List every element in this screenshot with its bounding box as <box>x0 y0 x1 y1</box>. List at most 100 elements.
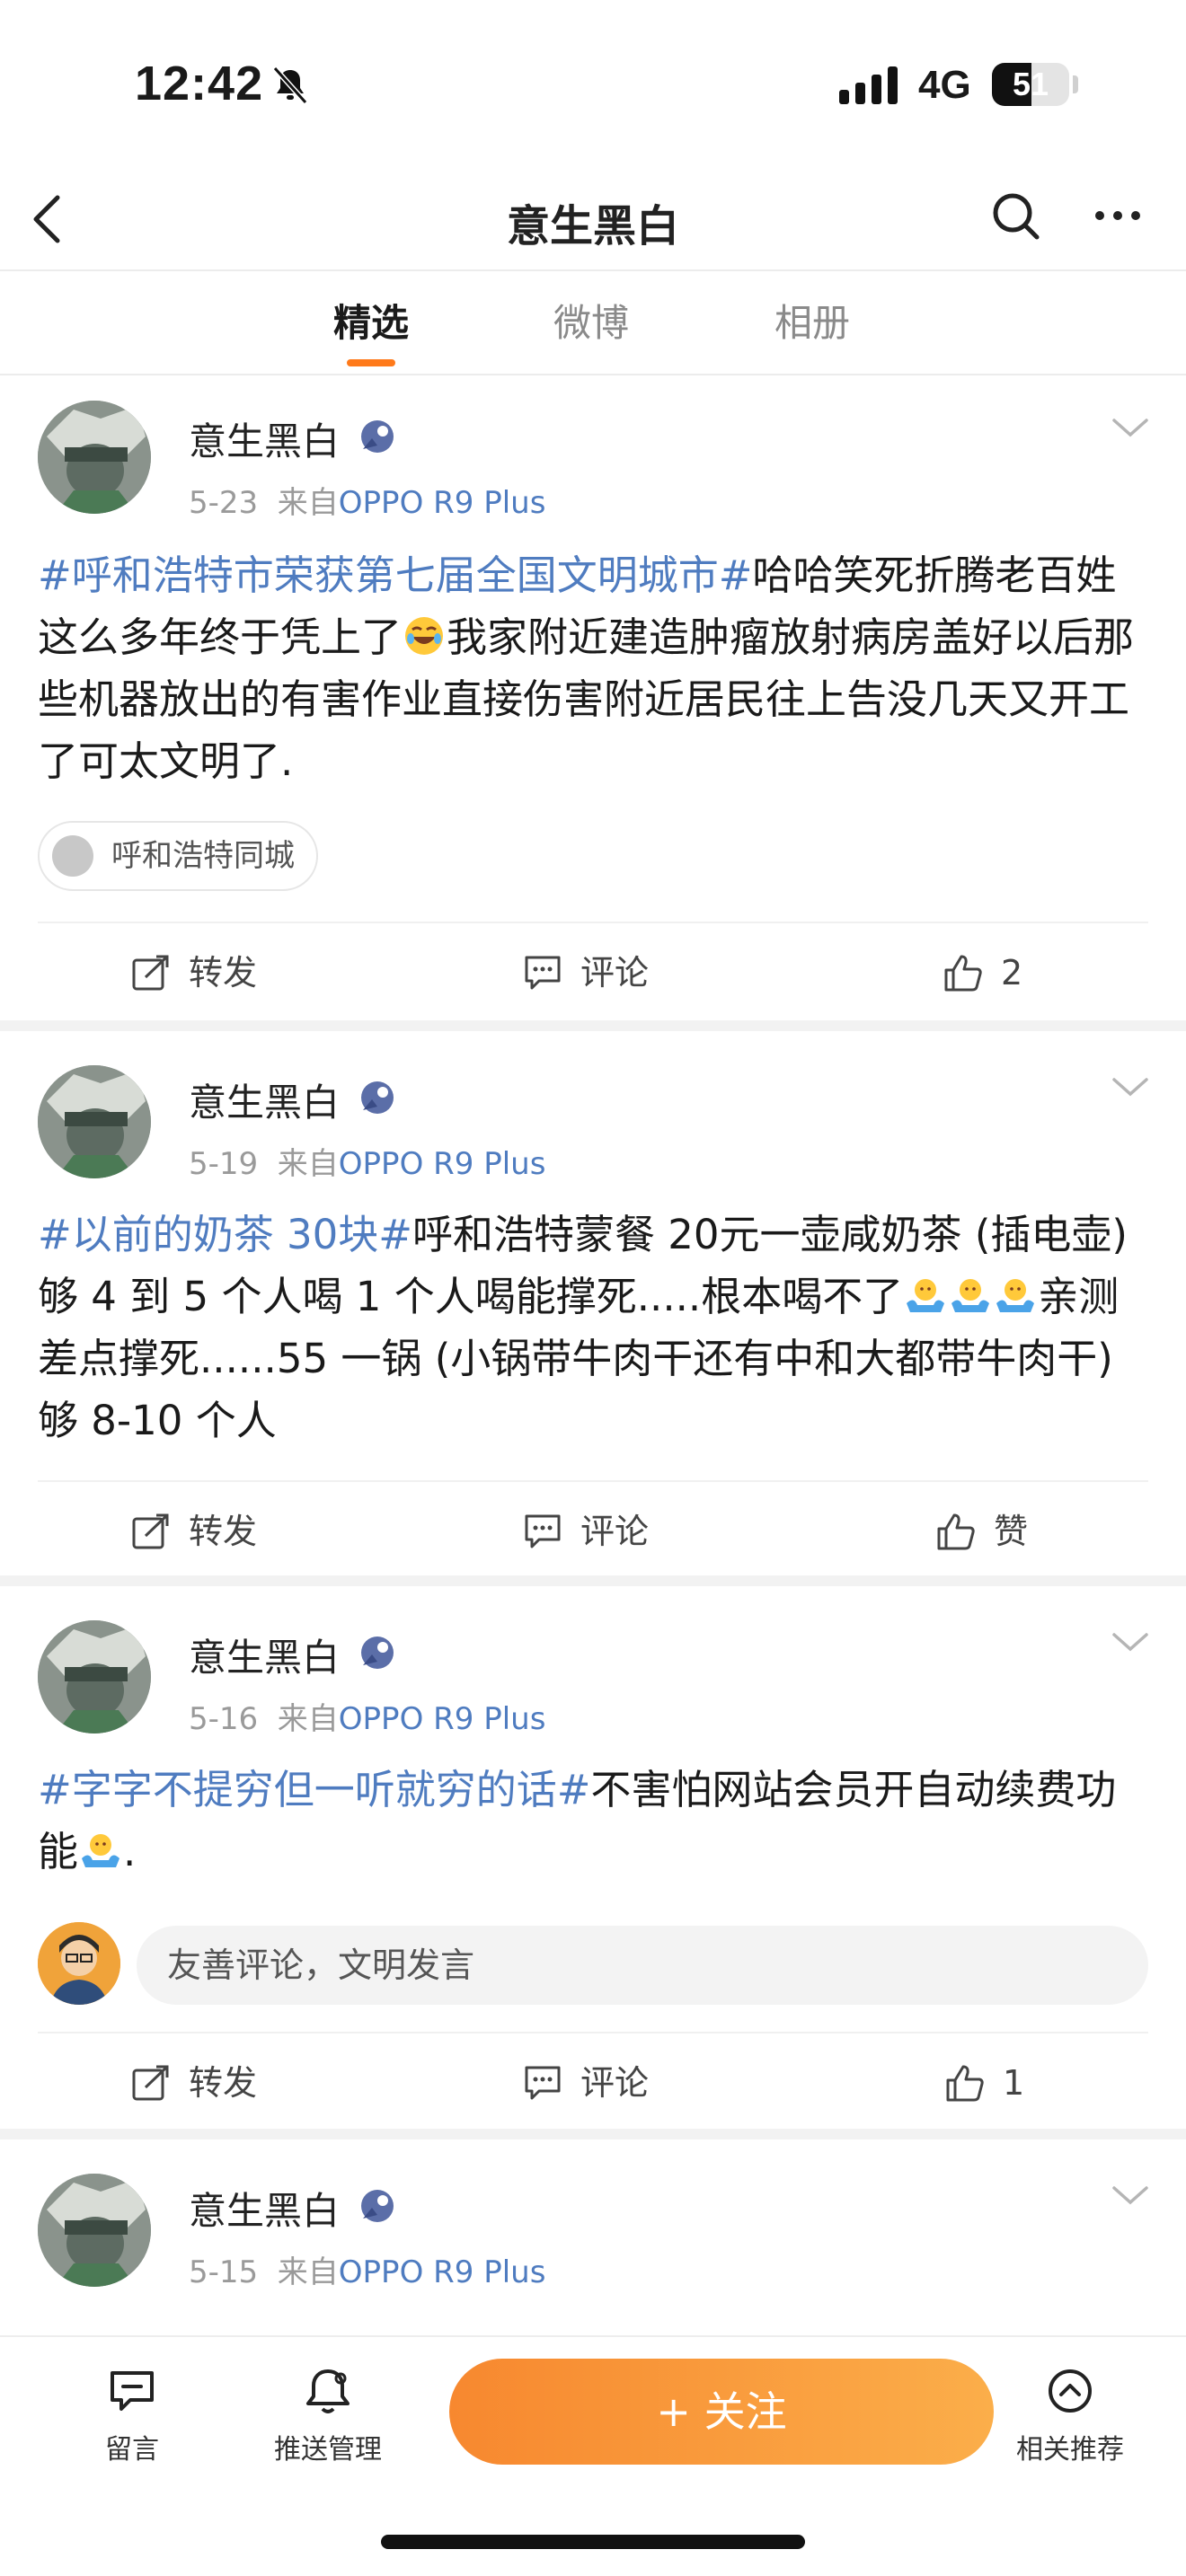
signal-icon <box>839 66 898 104</box>
avatar-image <box>38 2174 151 2287</box>
tab-album[interactable]: 相册 <box>740 293 884 348</box>
like-icon <box>946 2065 984 2102</box>
shrug-emoji-icon <box>82 1834 120 1867</box>
user-avatar[interactable] <box>38 1922 120 2005</box>
source-prefix: 来自 <box>277 485 339 521</box>
like-count: 2 <box>1001 953 1023 992</box>
comment-label: 评论 <box>580 1512 650 1551</box>
post-card[interactable]: 意生黑白 5-16 来自OPPO R9 Plus #字字不提穷但一听就穷的话#不… <box>0 1586 1186 2129</box>
tab-featured[interactable]: 精选 <box>299 293 443 348</box>
comment-icon <box>525 1514 561 1548</box>
author-name[interactable]: 意生黑白 <box>189 411 340 466</box>
post-card[interactable]: 意生黑白 5-23 来自OPPO R9 Plus #呼和浩特市荣获第七届全国文明… <box>0 375 1186 1020</box>
repost-label: 转发 <box>189 2063 258 2103</box>
avatar-image <box>38 1620 151 1734</box>
shrug-emoji-icon <box>907 1279 945 1312</box>
avatar-image <box>38 401 151 514</box>
avatar[interactable] <box>38 401 151 514</box>
vip-badge-icon <box>361 2190 394 2222</box>
network-label: 4G <box>918 63 971 107</box>
comment-icon <box>525 2066 561 2100</box>
topic-link[interactable]: #以前的奶茶 30块# <box>38 1211 412 1258</box>
post-source[interactable]: OPPO R9 Plus <box>339 2254 546 2290</box>
related-icon <box>1049 2369 1092 2413</box>
post-card[interactable]: 意生黑白 5-19 来自OPPO R9 Plus #以前的奶茶 30块#呼和浩特… <box>0 1031 1186 1575</box>
more-icon[interactable] <box>1093 189 1143 243</box>
bell-off-icon <box>272 66 308 105</box>
status-bar: 12:42 4G 51 <box>0 0 1186 171</box>
comment-input[interactable]: 友善评论，文明发言 <box>137 1926 1148 2005</box>
chevron-down-icon[interactable] <box>1109 1629 1152 1656</box>
action-row: 转发 评论 2 <box>38 922 1148 1020</box>
search-icon[interactable] <box>988 189 1042 243</box>
post-meta: 5-19 来自OPPO R9 Plus <box>189 1139 545 1183</box>
related-button[interactable]: 相关推荐 <box>994 2364 1146 2466</box>
tab-indicator <box>347 359 395 366</box>
comment-label: 评论 <box>580 2063 650 2103</box>
location-tag[interactable]: 呼和浩特同城 <box>38 821 318 891</box>
follow-button[interactable]: + 关注 <box>449 2359 994 2465</box>
user-avatar-image <box>38 1922 120 2005</box>
location-tag-label: 呼和浩特同城 <box>111 838 295 874</box>
post-separator <box>0 1020 1186 1031</box>
post-separator <box>0 1575 1186 1586</box>
avatar[interactable] <box>38 1620 151 1734</box>
author-name[interactable]: 意生黑白 <box>189 1072 340 1127</box>
post-card[interactable]: 意生黑白 5-15 来自OPPO R9 Plus <box>0 2139 1186 2337</box>
shrug-emoji-icon <box>951 1279 990 1312</box>
action-row: 转发 评论 1 <box>38 2032 1148 2130</box>
post-date: 5-19 <box>189 1146 259 1182</box>
post-date: 5-15 <box>189 2254 259 2290</box>
post-meta: 5-15 来自OPPO R9 Plus <box>189 2247 545 2291</box>
repost-icon <box>132 2065 169 2101</box>
like-label: 赞 <box>994 1512 1029 1551</box>
avatar-image <box>38 1065 151 1178</box>
post-source[interactable]: OPPO R9 Plus <box>339 1146 546 1182</box>
post-text: #以前的奶茶 30块#呼和浩特蒙餐 20元一壶咸奶茶 (插电壶) 够 4 到 5… <box>38 1204 1152 1451</box>
post-body-cont: . <box>123 1828 137 1875</box>
source-prefix: 来自 <box>277 1146 339 1182</box>
post-date: 5-16 <box>189 1701 259 1737</box>
repost-label: 转发 <box>189 953 258 992</box>
push-bell-icon <box>306 2369 350 2413</box>
city-icon <box>52 835 93 877</box>
status-time: 12:42 <box>135 57 264 110</box>
topic-link[interactable]: #呼和浩特市荣获第七届全国文明城市# <box>38 551 752 599</box>
comment-composer: 友善评论，文明发言 <box>38 1922 1148 2008</box>
post-source[interactable]: OPPO R9 Plus <box>339 485 546 521</box>
message-button[interactable]: 留言 <box>56 2364 208 2466</box>
like-count: 1 <box>1003 2063 1025 2103</box>
home-indicator[interactable] <box>381 2535 805 2549</box>
post-text: #呼和浩特市荣获第七届全国文明城市#哈哈笑死折腾老百姓这么多年终于凭上了 我家附近… <box>38 544 1152 792</box>
vip-badge-icon <box>361 420 394 453</box>
repost-label: 转发 <box>189 1512 258 1551</box>
battery-tip <box>1073 75 1078 93</box>
post-date: 5-23 <box>189 485 259 521</box>
chevron-down-icon[interactable] <box>1109 415 1152 442</box>
post-separator <box>0 2129 1186 2139</box>
push-settings-button[interactable]: 推送管理 <box>252 2364 404 2466</box>
author-name[interactable]: 意生黑白 <box>189 2181 340 2236</box>
source-prefix: 来自 <box>277 1701 339 1737</box>
post-text: #字字不提穷但一听就穷的话#不害怕网站会员开自动续费功能. <box>38 1759 1152 1883</box>
avatar[interactable] <box>38 2174 151 2287</box>
shrug-emoji-icon <box>996 1279 1035 1312</box>
tab-weibo[interactable]: 微博 <box>519 293 663 348</box>
push-label: 推送管理 <box>274 2434 382 2466</box>
comment-icon <box>525 956 561 990</box>
related-label: 相关推荐 <box>1016 2434 1124 2466</box>
repost-icon <box>132 1513 169 1549</box>
chevron-down-icon[interactable] <box>1109 1074 1152 1101</box>
author-name[interactable]: 意生黑白 <box>189 1628 340 1682</box>
post-source[interactable]: OPPO R9 Plus <box>339 1701 546 1737</box>
battery-level: 51 <box>1012 66 1049 102</box>
action-row: 转发 评论 赞 <box>38 1480 1148 1579</box>
topic-link[interactable]: #字字不提穷但一听就穷的话# <box>38 1766 590 1813</box>
source-prefix: 来自 <box>277 2254 339 2290</box>
vip-badge-icon <box>361 1081 394 1114</box>
avatar[interactable] <box>38 1065 151 1178</box>
message-label: 留言 <box>105 2434 159 2466</box>
chevron-down-icon[interactable] <box>1109 2183 1152 2210</box>
post-meta: 5-23 来自OPPO R9 Plus <box>189 478 545 522</box>
tab-bar: 精选 微博 相册 <box>0 269 1186 375</box>
